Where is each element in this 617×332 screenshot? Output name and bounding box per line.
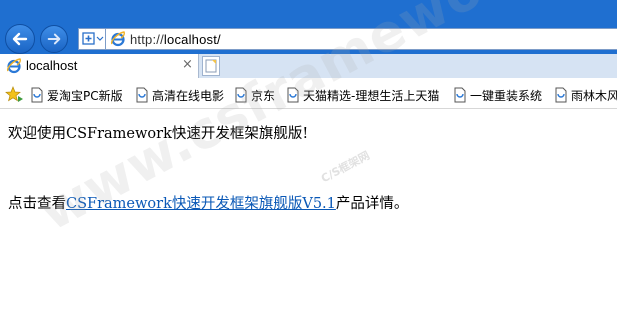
detail-prefix: 点击查看 — [8, 196, 66, 212]
favorite-label: 天猫精选-理想生活上天猫 — [303, 88, 440, 103]
tab-localhost[interactable]: localhost × — [0, 54, 199, 78]
address-prefix: http:// — [130, 32, 164, 47]
tab-label: localhost — [26, 58, 78, 73]
detail-suffix: 产品详情。 — [335, 196, 409, 212]
page-icon — [454, 87, 466, 103]
favorite-item[interactable]: 京东 — [234, 86, 275, 104]
favorite-label: 雨林木风 — [571, 88, 617, 103]
favorite-label: 一键重装系统 — [470, 88, 543, 103]
back-arrow-icon — [12, 32, 28, 46]
page-icon — [287, 87, 299, 103]
address-url: http://localhost/ — [130, 32, 221, 47]
favorite-item[interactable]: 一键重装系统 — [453, 86, 542, 104]
new-tab-icon — [205, 59, 217, 73]
page-icon — [136, 87, 148, 103]
favorite-item[interactable]: 高清在线电影 — [135, 86, 224, 104]
address-host: localhost/ — [163, 32, 221, 47]
page-icon — [235, 87, 247, 103]
watermark-sub: C/S框架网 — [318, 148, 372, 186]
page-icon — [555, 87, 567, 103]
favorite-label: 爱淘宝PC新版 — [47, 88, 123, 103]
favorites-star-icon[interactable] — [5, 86, 25, 104]
close-icon[interactable]: × — [182, 57, 193, 72]
favorite-item[interactable]: 爱淘宝PC新版 — [30, 86, 123, 104]
forward-arrow-icon — [47, 33, 61, 45]
ie-icon — [7, 58, 21, 74]
new-tab-button[interactable] — [202, 56, 220, 76]
favorite-label: 京东 — [251, 88, 276, 103]
favorite-label: 高清在线电影 — [152, 88, 225, 103]
product-detail-link[interactable]: CSFramework快速开发框架旗舰版V5.1 — [66, 196, 336, 212]
detail-text: 点击查看CSFramework快速开发框架旗舰版V5.1产品详情。 — [8, 192, 408, 213]
ie-icon — [111, 31, 125, 47]
add-favorite-icon — [82, 32, 104, 45]
address-bar[interactable]: http://localhost/ — [106, 28, 617, 50]
back-button[interactable] — [5, 24, 35, 54]
favorite-item[interactable]: 天猫精选-理想生活上天猫 — [286, 86, 439, 104]
add-favorite-button[interactable] — [78, 28, 106, 50]
forward-button[interactable] — [40, 25, 68, 53]
page-icon — [31, 87, 43, 103]
welcome-text: 欢迎使用CSFramework快速开发框架旗舰版! — [8, 126, 309, 142]
page-content: 欢迎使用CSFramework快速开发框架旗舰版! — [8, 122, 608, 143]
favorite-item[interactable]: 雨林木风 — [554, 86, 617, 104]
